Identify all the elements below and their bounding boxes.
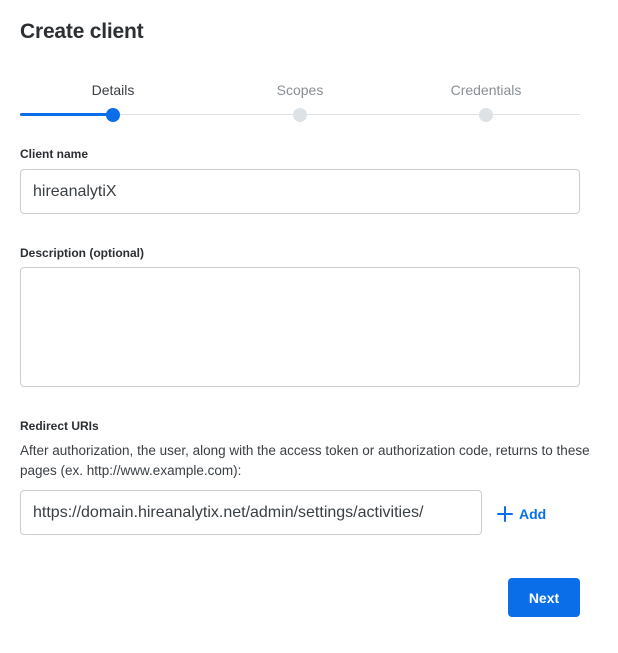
redirect-uri-input[interactable]: [20, 490, 482, 535]
add-button-label: Add: [519, 506, 547, 522]
add-redirect-uri-button[interactable]: Add: [497, 503, 546, 525]
client-name-input[interactable]: [20, 169, 580, 214]
next-button[interactable]: Next: [508, 578, 580, 617]
plus-icon: [497, 506, 513, 522]
description-label: Description (optional): [20, 246, 144, 260]
redirect-uris-help-text: After authorization, the user, along wit…: [20, 443, 590, 478]
stepper-progress: [20, 113, 113, 116]
step-credentials-label[interactable]: Credentials: [451, 82, 522, 98]
step-details-dot[interactable]: [106, 108, 120, 122]
step-scopes-label[interactable]: Scopes: [277, 82, 324, 98]
step-details-label[interactable]: Details: [92, 82, 135, 98]
redirect-uris-label: Redirect URIs: [20, 419, 99, 433]
step-credentials-dot[interactable]: [479, 108, 493, 122]
step-scopes-dot[interactable]: [293, 108, 307, 122]
page-title: Create client: [20, 20, 144, 43]
description-textarea[interactable]: [20, 267, 580, 387]
stepper: Details Scopes Credentials: [20, 82, 580, 122]
client-name-label: Client name: [20, 147, 89, 161]
